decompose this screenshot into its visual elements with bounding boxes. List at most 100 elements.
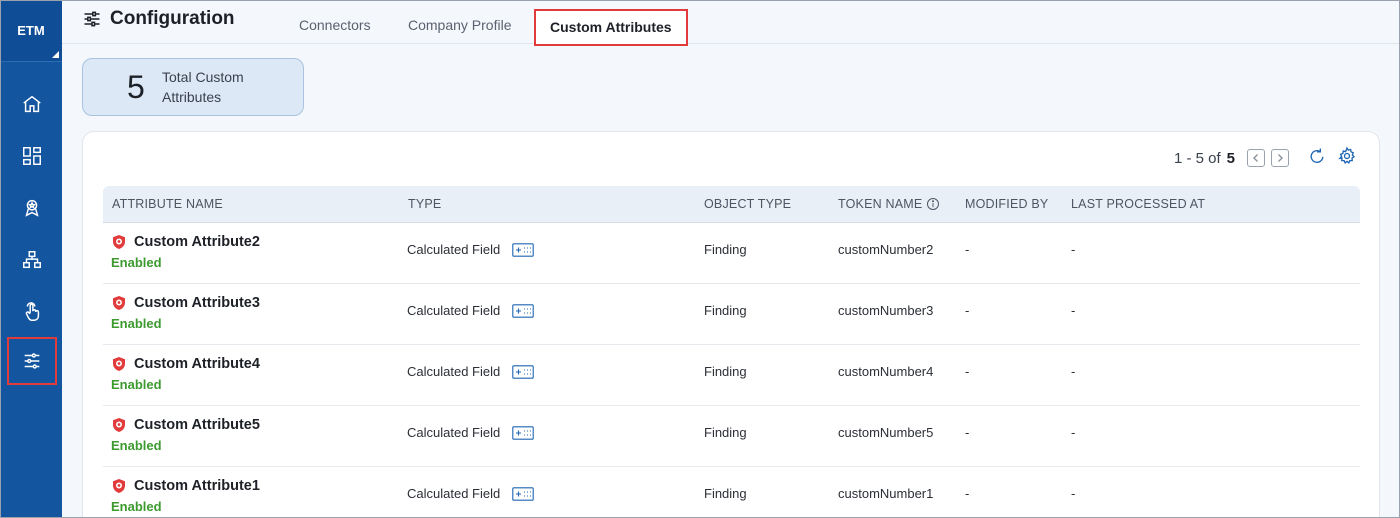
- type-label: Calculated Field: [407, 242, 501, 257]
- token-name: customNumber3: [838, 303, 934, 318]
- hierarchy-icon: [23, 251, 41, 269]
- sidebar-item-touch[interactable]: [7, 289, 57, 335]
- attributes-panel: 1 - 5 of 5 ATTRIBUTE NAME TYPE OBJECT TY…: [82, 131, 1380, 518]
- last-processed-at: -: [1071, 242, 1076, 257]
- type-cell: Calculated Field: [407, 242, 534, 257]
- attribute-name-label: Custom Attribute4: [134, 356, 260, 372]
- token-name: customNumber5: [838, 425, 934, 440]
- object-type: Finding: [704, 303, 747, 318]
- touch-icon: [25, 302, 40, 321]
- gear-icon: [1338, 146, 1356, 165]
- attribute-shield-icon: [113, 357, 125, 371]
- type-cell: Calculated Field: [407, 364, 534, 379]
- modified-by: -: [965, 486, 970, 501]
- attribute-name[interactable]: Custom Attribute1: [111, 478, 260, 494]
- page-header: Configuration Connectors Company Profile…: [62, 0, 1400, 46]
- status-badge: Enabled: [111, 255, 162, 270]
- refresh-button[interactable]: [1307, 146, 1327, 170]
- sliders-icon: [24, 353, 40, 369]
- calculated-field-icon[interactable]: [512, 425, 534, 440]
- attribute-name[interactable]: Custom Attribute2: [111, 234, 260, 250]
- attribute-shield-icon: [113, 418, 125, 432]
- calculated-field-icon[interactable]: [512, 364, 534, 379]
- type-label: Calculated Field: [407, 425, 501, 440]
- tab-custom-attributes[interactable]: Custom Attributes: [534, 9, 688, 46]
- attribute-name-label: Custom Attribute3: [134, 295, 260, 311]
- table-row[interactable]: Custom Attribute2 Enabled Calculated Fie…: [103, 223, 1360, 284]
- status-badge: Enabled: [111, 316, 162, 331]
- table-header: ATTRIBUTE NAME TYPE OBJECT TYPE TOKEN NA…: [103, 186, 1360, 223]
- title-area: Configuration: [82, 8, 235, 30]
- calculated-field-icon[interactable]: [512, 242, 534, 257]
- last-processed-at: -: [1071, 486, 1076, 501]
- table-row[interactable]: Custom Attribute3 Enabled Calculated Fie…: [103, 284, 1360, 345]
- summary-count: 5: [127, 68, 145, 105]
- column-modified-by[interactable]: MODIFIED BY: [965, 197, 1048, 211]
- attribute-shield-icon: [113, 296, 125, 310]
- column-attribute-name[interactable]: ATTRIBUTE NAME: [112, 197, 223, 211]
- token-name: customNumber4: [838, 364, 934, 379]
- next-page-button[interactable]: [1271, 149, 1289, 167]
- type-label: Calculated Field: [407, 364, 501, 379]
- object-type: Finding: [704, 425, 747, 440]
- attribute-shield-icon: [113, 235, 125, 249]
- object-type: Finding: [704, 364, 747, 379]
- last-processed-at: -: [1071, 364, 1076, 379]
- table-row[interactable]: Custom Attribute4 Enabled Calculated Fie…: [103, 345, 1360, 406]
- total-summary-card[interactable]: 5 Total Custom Attributes: [82, 58, 304, 116]
- app-brand[interactable]: ETM: [0, 0, 62, 62]
- settings-button[interactable]: [1337, 146, 1357, 170]
- column-label: TOKEN NAME: [838, 197, 923, 211]
- type-label: Calculated Field: [407, 486, 501, 501]
- type-cell: Calculated Field: [407, 303, 534, 318]
- attribute-name[interactable]: Custom Attribute4: [111, 356, 260, 372]
- column-label: OBJECT TYPE: [704, 197, 792, 211]
- sidebar-item-dashboard[interactable]: [7, 133, 57, 179]
- attribute-name[interactable]: Custom Attribute3: [111, 295, 260, 311]
- column-last-processed-at[interactable]: LAST PROCESSED AT: [1071, 197, 1205, 211]
- sliders-icon: [84, 11, 100, 27]
- refresh-icon: [1310, 148, 1324, 163]
- tab-connectors[interactable]: Connectors: [299, 17, 371, 33]
- brand-label: ETM: [17, 23, 45, 38]
- last-processed-at: -: [1071, 425, 1076, 440]
- column-label: MODIFIED BY: [965, 197, 1049, 211]
- chevron-right-icon: [1278, 154, 1283, 162]
- column-label: ATTRIBUTE NAME: [112, 197, 223, 211]
- brand-corner-icon: [52, 51, 59, 58]
- modified-by: -: [965, 364, 970, 379]
- column-token-name[interactable]: TOKEN NAME: [838, 197, 940, 211]
- sidebar-item-hierarchy[interactable]: [7, 237, 57, 283]
- tab-company-profile[interactable]: Company Profile: [408, 17, 512, 33]
- prev-page-button[interactable]: [1247, 149, 1265, 167]
- sidebar-item-home[interactable]: [7, 81, 57, 127]
- last-processed-at: -: [1071, 303, 1076, 318]
- attribute-name-label: Custom Attribute5: [134, 417, 260, 433]
- status-badge: Enabled: [111, 499, 162, 514]
- modified-by: -: [965, 242, 970, 257]
- pager-range: 1 - 5 of: [1173, 149, 1221, 167]
- modified-by: -: [965, 425, 970, 440]
- page-title: Configuration: [110, 8, 235, 29]
- attribute-name[interactable]: Custom Attribute5: [111, 417, 260, 433]
- token-name: customNumber1: [838, 486, 934, 501]
- column-label: TYPE: [408, 197, 442, 211]
- sidebar-item-badge[interactable]: [7, 185, 57, 231]
- attribute-name-label: Custom Attribute1: [134, 478, 260, 494]
- table-row[interactable]: Custom Attribute5 Enabled Calculated Fie…: [103, 406, 1360, 467]
- calculated-field-icon[interactable]: [512, 486, 534, 501]
- token-name: customNumber2: [838, 242, 934, 257]
- table-row[interactable]: Custom Attribute1 Enabled Calculated Fie…: [103, 467, 1360, 518]
- status-badge: Enabled: [111, 377, 162, 392]
- column-object-type[interactable]: OBJECT TYPE: [704, 197, 791, 211]
- calculated-field-icon[interactable]: [512, 303, 534, 318]
- attribute-name-label: Custom Attribute2: [134, 234, 260, 250]
- info-icon[interactable]: [926, 197, 940, 211]
- badge-icon: [25, 199, 39, 217]
- home-icon: [23, 95, 41, 113]
- type-cell: Calculated Field: [407, 425, 534, 440]
- dashboard-icon: [23, 147, 41, 165]
- sidebar-item-configuration[interactable]: [7, 337, 57, 385]
- column-type[interactable]: TYPE: [408, 197, 441, 211]
- pager-total: 5: [1226, 149, 1235, 167]
